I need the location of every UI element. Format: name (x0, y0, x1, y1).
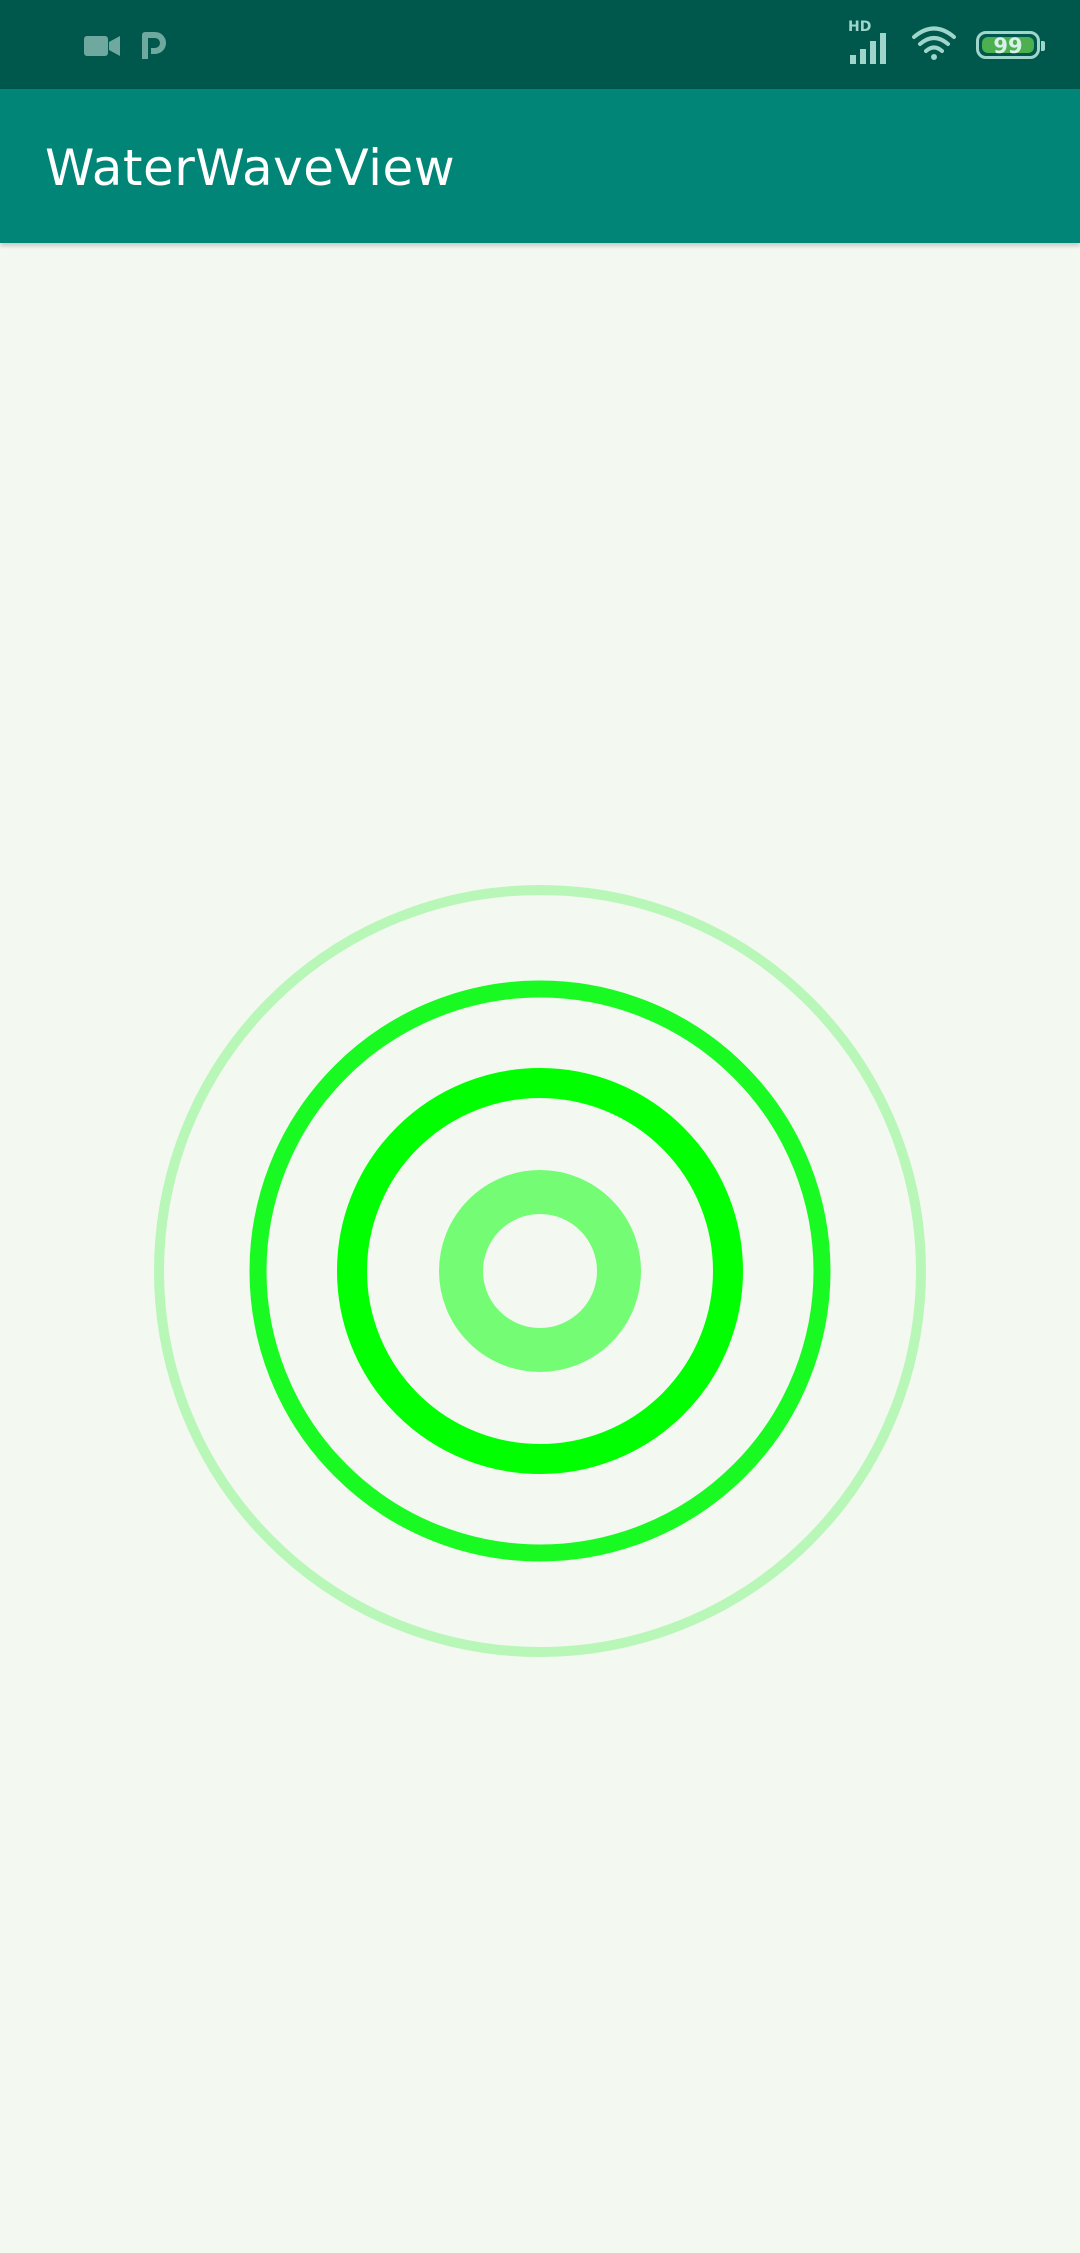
app-bar: WaterWaveView (0, 89, 1080, 243)
battery-icon: 99 (976, 31, 1045, 59)
signal-icon: HD (848, 19, 892, 65)
water-wave-canvas (154, 885, 926, 1657)
battery-level: 99 (993, 34, 1023, 58)
status-bar-right: HD 99 (848, 19, 1045, 68)
status-bar-left (84, 28, 166, 68)
parking-icon (142, 31, 166, 65)
wave-ring-inner (439, 1170, 641, 1372)
wave-ring-third (337, 1068, 743, 1474)
water-wave-view (0, 243, 1080, 2248)
battery-tip (1041, 41, 1045, 51)
wifi-icon (912, 26, 956, 65)
status-bar: HD 99 (0, 0, 1080, 89)
video-camera-icon (84, 34, 120, 63)
app-title: WaterWaveView (45, 139, 456, 197)
wave-ring-outer (154, 885, 926, 1657)
